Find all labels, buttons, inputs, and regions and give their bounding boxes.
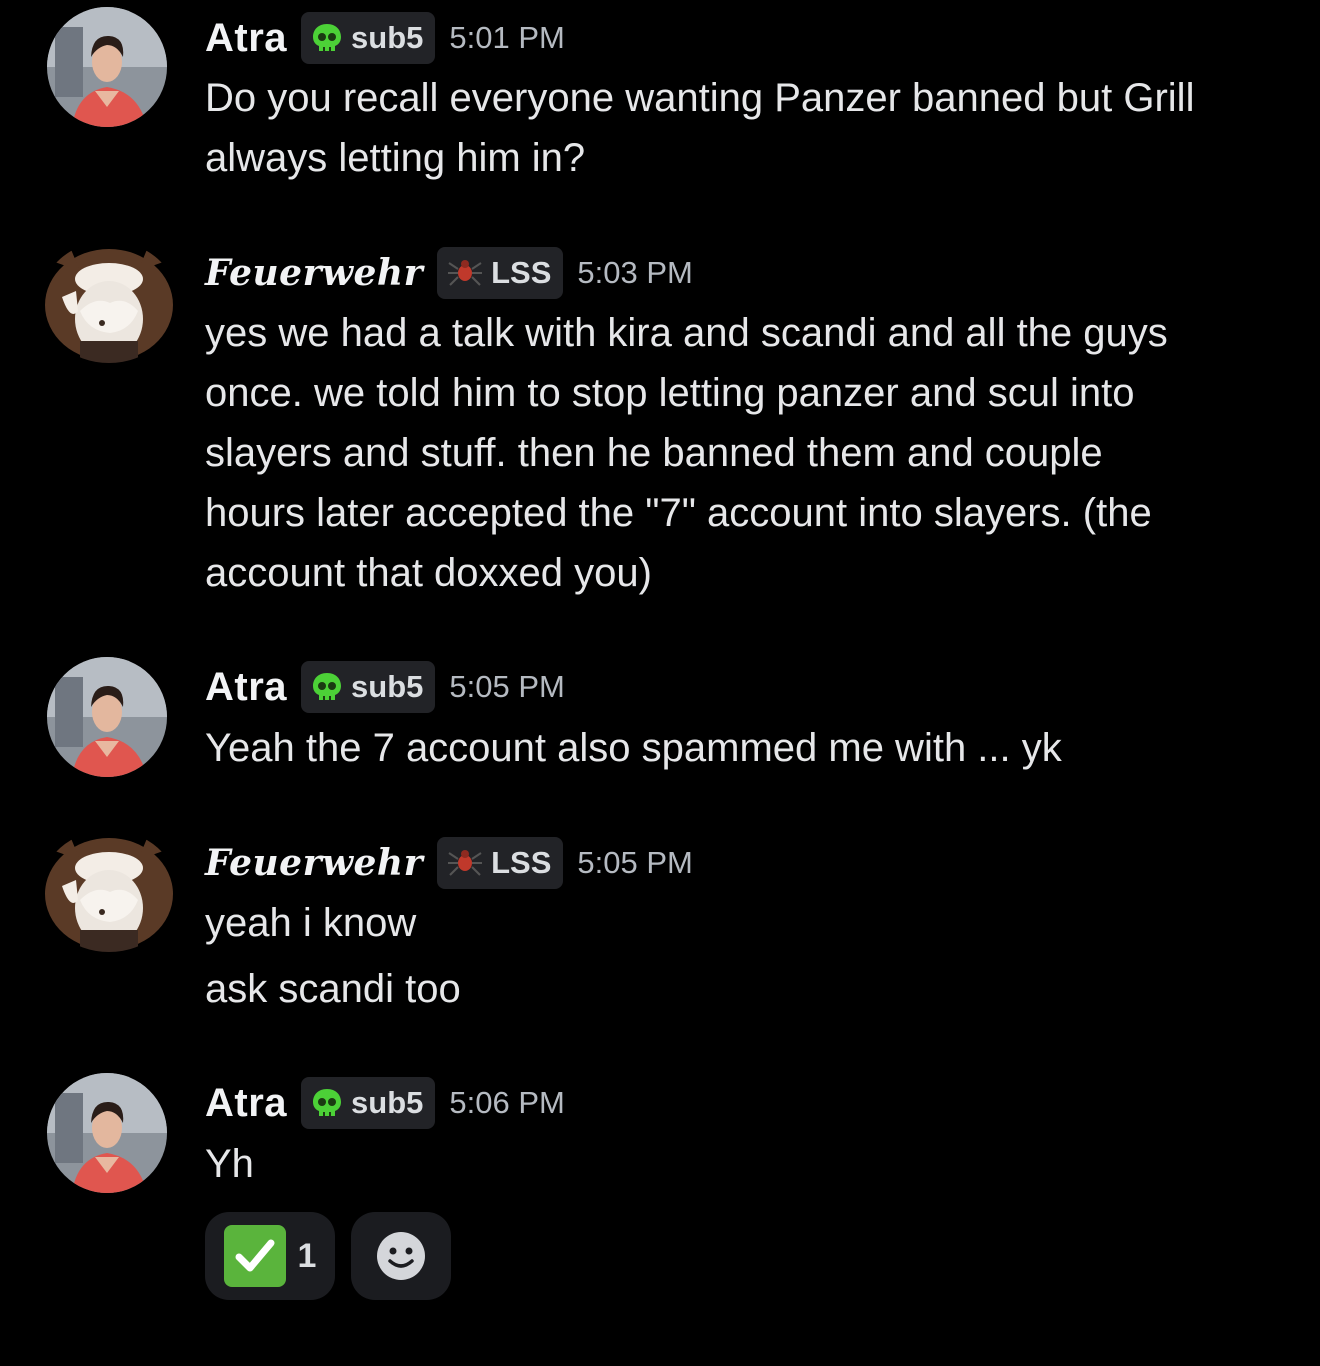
message-text: Yeah the 7 account also spammed me with … xyxy=(205,726,1062,770)
timestamp: 5:05 PM xyxy=(449,669,565,704)
reaction-count: 1 xyxy=(297,1236,317,1275)
username[interactable]: Feuerwehr xyxy=(205,842,423,884)
timestamp: 5:06 PM xyxy=(449,1085,565,1120)
tag-label: sub5 xyxy=(351,669,424,704)
server-tag[interactable]: LSS xyxy=(437,247,564,299)
avatar-atra[interactable] xyxy=(47,7,167,127)
avatar-atra-image xyxy=(47,1073,167,1193)
reaction-check[interactable]: 1 xyxy=(205,1212,335,1300)
username[interactable]: Atra xyxy=(205,665,287,710)
skull-icon xyxy=(313,24,342,51)
check-mark-icon xyxy=(223,1225,286,1287)
tag-label: LSS xyxy=(491,255,552,290)
add-reaction-icon xyxy=(377,1232,425,1280)
tag-label: sub5 xyxy=(351,1085,424,1120)
username[interactable]: Atra xyxy=(205,16,287,61)
tag-label: LSS xyxy=(491,845,552,880)
username[interactable]: Feuerwehr xyxy=(205,252,423,294)
spider-icon xyxy=(448,260,483,286)
server-tag[interactable]: sub5 xyxy=(301,1077,436,1129)
message-text: Do you recall everyone wanting Panzer ba… xyxy=(205,76,1195,180)
server-tag[interactable]: LSS xyxy=(437,837,564,889)
server-tag[interactable]: sub5 xyxy=(301,661,436,713)
timestamp: 5:03 PM xyxy=(577,255,693,290)
avatar-atra[interactable] xyxy=(47,1073,167,1193)
avatar-feuerwehr-image xyxy=(45,247,173,363)
message-text: Yh xyxy=(205,1142,254,1186)
timestamp: 5:01 PM xyxy=(449,20,565,55)
spider-icon xyxy=(448,850,483,876)
avatar-feuerwehr[interactable] xyxy=(40,241,178,363)
avatar-atra-image xyxy=(47,7,167,127)
username[interactable]: Atra xyxy=(205,1081,287,1126)
reactions: 1 xyxy=(205,1212,451,1300)
message-text: ask scandi too xyxy=(205,967,461,1011)
avatar-atra-image xyxy=(47,657,167,777)
message-text: yes we had a talk with kira and scandi a… xyxy=(205,311,1168,595)
skull-icon xyxy=(313,1089,342,1116)
skull-icon xyxy=(313,673,342,700)
add-reaction-button[interactable] xyxy=(351,1212,451,1300)
server-tag[interactable]: sub5 xyxy=(301,12,436,64)
avatar-feuerwehr[interactable] xyxy=(40,830,178,952)
timestamp: 5:05 PM xyxy=(577,845,693,880)
message-text: yeah i know xyxy=(205,901,417,945)
tag-label: sub5 xyxy=(351,20,424,55)
avatar-feuerwehr-image xyxy=(45,836,173,952)
avatar-atra[interactable] xyxy=(47,657,167,777)
